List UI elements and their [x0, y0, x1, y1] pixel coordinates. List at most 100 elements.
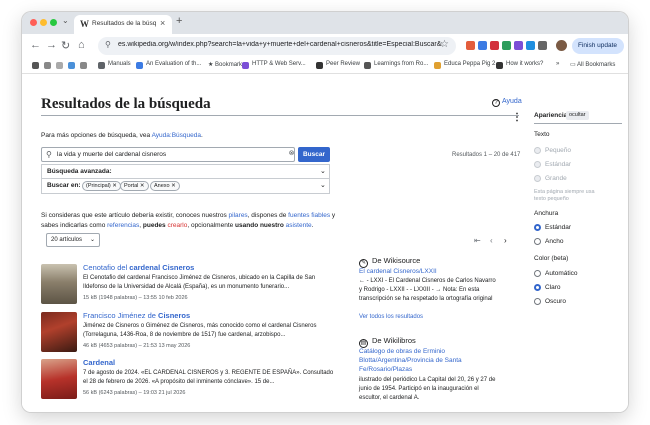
bookmark-evaluation[interactable]: An Evaluation of th...: [146, 61, 201, 67]
notice-text: , dispones de: [247, 212, 289, 219]
result-thumbnail[interactable]: [41, 359, 77, 399]
result-thumbnail[interactable]: [41, 312, 77, 352]
advanced-help-line: Para más opciones de búsqueda, vea Ayuda…: [41, 132, 203, 139]
bookmark-http[interactable]: HTTP & Web Serv...: [252, 61, 306, 67]
wikisource-result-link[interactable]: El cardenal Cisneros/LXXII: [359, 268, 437, 275]
radio-dot: [534, 298, 541, 305]
namespace-chip-label: Anexo: [154, 183, 170, 189]
radio-dot: [534, 270, 541, 277]
namespace-chip[interactable]: (Principal) ✕: [82, 181, 121, 191]
new-tab-plus-icon[interactable]: +: [176, 15, 182, 27]
tab-search-chevron-icon[interactable]: ⌄: [62, 16, 69, 25]
bookmark-manuals[interactable]: Manuals: [108, 61, 131, 67]
bookmark-favicon-icon[interactable]: [68, 62, 75, 69]
tab-active[interactable]: W Resultados de la búsqueda ×: [74, 15, 172, 34]
bookmark-star-icon[interactable]: ☆: [440, 39, 449, 50]
all-bookmarks[interactable]: ▭ All Bookmarks: [570, 61, 615, 68]
bookmark-favicon-icon: [434, 62, 441, 69]
bookmark-favicon-icon[interactable]: [80, 62, 87, 69]
help-link[interactable]: ? Ayuda: [492, 98, 522, 107]
first-page-icon[interactable]: ⇤: [474, 236, 481, 245]
next-page-icon[interactable]: ›: [504, 236, 507, 245]
wizard-link[interactable]: asistente: [286, 222, 312, 229]
help-icon: ?: [492, 99, 500, 107]
search-button[interactable]: Buscar: [298, 147, 330, 162]
clear-search-icon[interactable]: ⊗: [287, 149, 296, 158]
pillars-link[interactable]: pilares: [229, 212, 248, 219]
forward-arrow-icon[interactable]: →: [46, 39, 57, 51]
remove-chip-icon[interactable]: ✕: [171, 183, 176, 189]
extension-icon[interactable]: [514, 41, 523, 50]
result-snippet: 7 de agosto de 2024. «EL CARDENAL CISNER…: [83, 370, 334, 385]
extension-icon[interactable]: [466, 41, 475, 50]
result-snippet: El Cenotafio del cardenal Francisco Jimé…: [83, 275, 316, 290]
bookmark-favicon-icon: [496, 62, 503, 69]
radio-dot: [534, 238, 541, 245]
create-article-notice: Si consideras que este artículo debería …: [41, 211, 341, 231]
namespace-chip[interactable]: Anexo ✕: [150, 181, 180, 191]
bookmark-favicon-icon[interactable]: [56, 62, 63, 69]
wikibooks-name: De Wikilibros: [372, 336, 416, 345]
radio-dot: [534, 175, 541, 182]
site-info-icon[interactable]: ⚲: [105, 40, 111, 49]
results-per-page-select[interactable]: 20 artículos ⌄: [46, 233, 100, 247]
notice-text: , opcionalmente: [187, 222, 236, 229]
back-arrow-icon[interactable]: ←: [30, 39, 41, 51]
chevron-down-icon[interactable]: ⌄: [320, 181, 326, 189]
bookmark-peer-review[interactable]: Peer Review: [326, 61, 360, 67]
create-link[interactable]: crearlo: [167, 222, 187, 229]
bookmark-peppa[interactable]: Educa Peppa Pig 2...: [444, 61, 500, 67]
result-title-link[interactable]: Cardenal: [83, 358, 115, 367]
result-meta: 15 kB (1948 palabras) – 13:55 10 feb 202…: [83, 295, 188, 301]
text-size-label: Texto: [534, 131, 550, 138]
result-title-link[interactable]: Cenotafio del cardenal Cisneros: [83, 263, 194, 272]
remove-chip-icon[interactable]: ✕: [140, 183, 145, 189]
tab-title: Resultados de la búsqueda: [92, 20, 156, 27]
chevron-down-icon: ⌄: [320, 168, 326, 175]
extensions-puzzle-icon[interactable]: [538, 41, 547, 50]
reliable-sources-link[interactable]: fuentes fiables: [288, 212, 330, 219]
result-thumbnail[interactable]: [41, 264, 77, 304]
advanced-search-title: Búsqueda avanzada:: [47, 168, 112, 175]
previous-page-icon[interactable]: ‹: [490, 236, 493, 245]
bookmark-bookmarks[interactable]: ★ Bookmarks: [208, 61, 245, 68]
bookmark-how-it-works[interactable]: How it works?: [506, 61, 543, 67]
page-tools-menu-icon[interactable]: ⋮: [512, 112, 522, 123]
minimize-window-button[interactable]: [40, 19, 47, 26]
extension-icon[interactable]: [526, 41, 535, 50]
tab-close-icon[interactable]: ×: [160, 18, 165, 28]
profile-avatar[interactable]: [556, 40, 567, 51]
wikibooks-result-link[interactable]: Catálogo de obras de Erminio Blotta/Arge…: [359, 347, 499, 374]
reload-icon[interactable]: ↻: [61, 39, 70, 52]
wikisource-all-results-link[interactable]: Ver todos los resultados: [359, 314, 423, 320]
extension-icon[interactable]: [490, 41, 499, 50]
per-page-value: 20 artículos: [51, 237, 83, 243]
notice-bold: usando nuestro: [235, 222, 286, 229]
close-window-button[interactable]: [30, 19, 37, 26]
extension-icon[interactable]: [478, 41, 487, 50]
bookmark-learnings[interactable]: Learnings from Ro...: [374, 61, 428, 67]
home-icon[interactable]: ⌂: [78, 39, 85, 51]
result-title-link[interactable]: Francisco Jiménez de Cisneros: [83, 311, 190, 320]
advanced-search-panel: Búsqueda avanzada: ⌄ Buscar en: (Princip…: [41, 164, 330, 194]
address-bar[interactable]: ⚲ es.wikipedia.org/w/index.php?search=la…: [98, 37, 456, 55]
chevron-down-icon: ⌄: [89, 237, 95, 243]
hide-appearance-button[interactable]: ocultar: [566, 111, 589, 120]
namespace-chip[interactable]: Portal ✕: [120, 181, 149, 191]
result-title-bold: cardenal Cisneros: [129, 263, 195, 272]
bookmark-favicon-icon: [136, 62, 143, 69]
bookmark-favicon-icon[interactable]: [32, 62, 39, 69]
bookmarks-overflow-icon[interactable]: »: [556, 61, 559, 67]
bookmark-favicon-icon[interactable]: [44, 62, 51, 69]
remove-chip-icon[interactable]: ✕: [112, 183, 117, 189]
finish-update-button[interactable]: Finish update: [572, 38, 624, 54]
result-meta: 46 kB (4653 palabras) – 21:53 13 may 202…: [83, 343, 191, 349]
references-link[interactable]: referencias: [107, 222, 139, 229]
advanced-search-toggle[interactable]: Búsqueda avanzada: ⌄: [42, 165, 329, 179]
maximize-window-button[interactable]: [50, 19, 57, 26]
extension-icon[interactable]: [502, 41, 511, 50]
search-in-label: Buscar en:: [47, 182, 81, 189]
color-label: Color (beta): [534, 255, 569, 262]
search-help-link[interactable]: Ayuda:Búsqueda: [152, 132, 201, 139]
search-input[interactable]: ⚲ la vida y muerte del cardenal cisneros…: [41, 147, 295, 162]
